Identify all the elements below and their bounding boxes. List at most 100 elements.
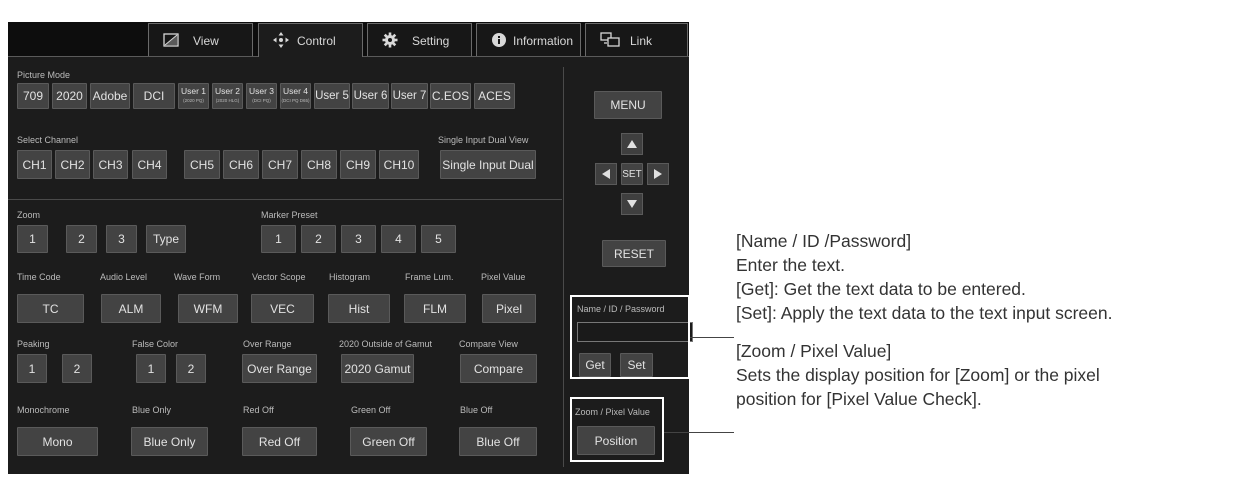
user4-sublabel: (DCI PQ D65)	[281, 98, 310, 103]
up-arrow-button[interactable]	[621, 133, 643, 155]
channel-4-button[interactable]: CH4	[132, 150, 167, 179]
green-off-button[interactable]: Green Off	[350, 427, 427, 456]
name-id-password-annotation-line3: [Set]: Apply the text data to the text i…	[736, 303, 1113, 323]
set-button[interactable]: SET	[621, 163, 643, 185]
marker-preset-4-button[interactable]: 4	[381, 225, 416, 253]
picture-mode-user6-button[interactable]: User 6	[352, 83, 389, 109]
time-code-label: Time Code	[17, 272, 61, 282]
single-input-dual-view-label: Single Input Dual View	[438, 135, 529, 145]
tab-link-label: Link	[630, 34, 653, 48]
vec-button[interactable]: VEC	[251, 294, 314, 323]
name-id-password-annotation-title: [Name / ID /Password]	[736, 231, 912, 251]
picture-mode-user1-button[interactable]: User 1 (2020 PQ)	[178, 83, 209, 109]
blue-only-button[interactable]: Blue Only	[131, 427, 208, 456]
channel-3-button[interactable]: CH3	[93, 150, 128, 179]
picture-mode-709-button[interactable]: 709	[17, 83, 49, 109]
picture-mode-user2-button[interactable]: User 2 (2020 HLG)	[212, 83, 243, 109]
user1-sublabel: (2020 PQ)	[183, 98, 204, 103]
false-color-1-button[interactable]: 1	[136, 354, 166, 383]
vertical-divider	[563, 67, 564, 467]
picture-mode-aces-button[interactable]: ACES	[474, 83, 515, 109]
zoom-1-button[interactable]: 1	[17, 225, 48, 253]
picture-mode-adobe-button[interactable]: Adobe	[90, 83, 130, 109]
marker-preset-2-button[interactable]: 2	[301, 225, 336, 253]
channel-7-button[interactable]: CH7	[262, 150, 298, 179]
marker-preset-1-button[interactable]: 1	[261, 225, 296, 253]
tab-view-label: View	[193, 34, 219, 48]
tab-bar: View Control Setting Information Link	[8, 22, 689, 57]
name-id-password-leader-line	[690, 337, 734, 338]
picture-mode-dci-button[interactable]: DCI	[133, 83, 175, 109]
zoom-type-button[interactable]: Type	[146, 225, 186, 253]
name-id-password-callout-box	[570, 295, 690, 379]
mono-button[interactable]: Mono	[17, 427, 98, 456]
channel-1-button[interactable]: CH1	[17, 150, 52, 179]
zoom-pixel-value-callout-box	[570, 397, 664, 462]
single-input-dual-button[interactable]: Single Input Dual	[440, 150, 536, 179]
monochrome-label: Monochrome	[17, 405, 70, 415]
right-arrow-button[interactable]	[647, 163, 669, 185]
picture-mode-user3-button[interactable]: User 3 (DCI PQ)	[246, 83, 277, 109]
channel-2-button[interactable]: CH2	[55, 150, 90, 179]
tab-setting[interactable]: Setting	[367, 23, 472, 56]
arrow-right-icon	[654, 169, 662, 179]
zoom-3-button[interactable]: 3	[106, 225, 137, 253]
menu-button[interactable]: MENU	[594, 91, 662, 119]
picture-mode-user5-button[interactable]: User 5	[314, 83, 350, 109]
picture-mode-label: Picture Mode	[17, 70, 71, 80]
marker-preset-5-button[interactable]: 5	[421, 225, 456, 253]
pixel-button[interactable]: Pixel	[482, 294, 536, 323]
blue-only-label: Blue Only	[132, 405, 172, 415]
zoom-pixel-annotation-line1: Sets the display position for [Zoom] or …	[736, 365, 1100, 385]
marker-preset-3-button[interactable]: 3	[341, 225, 376, 253]
2020-gamut-button[interactable]: 2020 Gamut	[341, 354, 414, 383]
tab-view[interactable]: View	[148, 23, 253, 56]
channel-6-button[interactable]: CH6	[223, 150, 259, 179]
user1-label: User 1	[180, 86, 207, 96]
compare-button[interactable]: Compare	[460, 354, 537, 383]
alm-button[interactable]: ALM	[101, 294, 161, 323]
tab-information[interactable]: Information	[476, 23, 581, 56]
user3-label: User 3	[248, 86, 275, 96]
pixel-value-label: Pixel Value	[481, 272, 526, 282]
zoom-pixel-annotation-title: [Zoom / Pixel Value]	[736, 341, 892, 361]
compare-view-label: Compare View	[459, 339, 518, 349]
peaking-2-button[interactable]: 2	[62, 354, 92, 383]
red-off-label: Red Off	[243, 405, 274, 415]
picture-mode-2020-button[interactable]: 2020	[52, 83, 87, 109]
picture-mode-user4-button[interactable]: User 4 (DCI PQ D65)	[280, 83, 311, 109]
picture-mode-ceos-button[interactable]: C.EOS	[430, 83, 471, 109]
over-range-label: Over Range	[243, 339, 292, 349]
wfm-button[interactable]: WFM	[178, 294, 238, 323]
channel-10-button[interactable]: CH10	[379, 150, 419, 179]
tab-control[interactable]: Control	[258, 23, 363, 57]
channel-5-button[interactable]: CH5	[184, 150, 220, 179]
gear-icon	[382, 32, 398, 48]
flm-button[interactable]: FLM	[404, 294, 466, 323]
user2-sublabel: (2020 HLG)	[215, 98, 240, 103]
channel-9-button[interactable]: CH9	[340, 150, 376, 179]
over-range-button[interactable]: Over Range	[242, 354, 317, 383]
down-arrow-button[interactable]	[621, 193, 643, 215]
false-color-label: False Color	[132, 339, 179, 349]
arrow-down-icon	[627, 200, 637, 208]
left-arrow-button[interactable]	[595, 163, 617, 185]
blue-off-label: Blue Off	[460, 405, 493, 415]
tc-button[interactable]: TC	[17, 294, 84, 323]
red-off-button[interactable]: Red Off	[242, 427, 317, 456]
false-color-2-button[interactable]: 2	[176, 354, 206, 383]
reset-button[interactable]: RESET	[602, 240, 666, 267]
green-off-label: Green Off	[351, 405, 391, 415]
peaking-1-button[interactable]: 1	[17, 354, 47, 383]
hist-button[interactable]: Hist	[328, 294, 390, 323]
peaking-label: Peaking	[17, 339, 50, 349]
channel-8-button[interactable]: CH8	[301, 150, 337, 179]
zoom-2-button[interactable]: 2	[66, 225, 97, 253]
name-id-password-annotation-line2: [Get]: Get the text data to be entered.	[736, 279, 1026, 299]
blue-off-button[interactable]: Blue Off	[459, 427, 537, 456]
vector-scope-label: Vector Scope	[252, 272, 306, 282]
histogram-label: Histogram	[329, 272, 371, 282]
picture-mode-user7-button[interactable]: User 7	[391, 83, 428, 109]
tab-link[interactable]: Link	[585, 23, 688, 56]
wave-form-label: Wave Form	[174, 272, 221, 282]
